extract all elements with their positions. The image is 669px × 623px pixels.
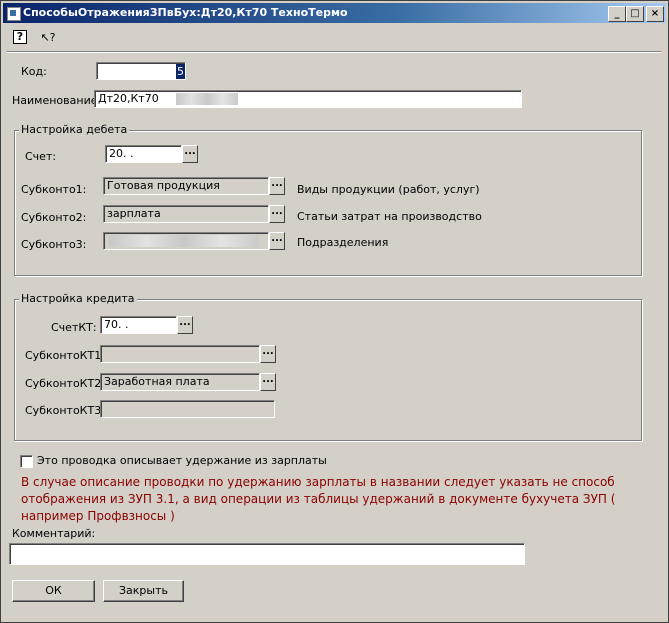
ok-button[interactable]: ОК [12,580,95,602]
debit-account-field[interactable]: 20. . [105,145,182,163]
debit-account-value: 20. . [109,147,134,160]
close-button[interactable]: Закрыть [103,580,184,602]
deduction-checkbox[interactable] [20,455,33,468]
name-value: Дт20,Кт70 [98,92,159,105]
debit-subconto3-select-button[interactable]: ... [269,232,285,250]
app-icon [7,7,21,21]
credit-subconto2-value: Заработная плата [104,375,210,388]
redacted-text [109,235,259,247]
debit-account-label: Счет: [25,150,57,163]
credit-subconto2-field[interactable]: Заработная плата [100,373,260,391]
credit-subconto2-label: СубконтоКТ2: [25,377,105,390]
credit-group-title: Настройка кредита [19,292,137,305]
minimize-button[interactable]: _ [608,6,626,22]
redacted-text [176,93,239,105]
debit-subconto3-type: Подразделения [297,236,389,249]
credit-subconto3-field[interactable] [100,400,275,418]
debit-subconto1-value: Готовая продукция [107,179,220,192]
debit-subconto2-select-button[interactable]: ... [269,205,285,223]
credit-account-select-button[interactable]: ... [177,316,193,334]
debit-subconto1-field[interactable]: Готовая продукция [103,177,269,195]
debit-subconto3-field[interactable] [103,232,269,250]
deduction-note: В случае описание проводки по удержанию … [21,475,616,523]
debit-subconto1-type: Виды продукции (работ, услуг) [297,183,480,196]
credit-subconto3-label: СубконтоКТ3: [25,404,105,417]
toolbar-separator [7,51,661,53]
debit-subconto2-value: зарплата [107,207,161,220]
debit-subconto2-label: Субконто2: [21,211,87,224]
close-window-button[interactable]: × [646,6,664,22]
credit-account-label: СчетКТ: [51,321,97,334]
deduction-checkbox-label: Это проводка описывает удержание из зарп… [37,454,327,467]
credit-subconto2-select-button[interactable]: ... [260,373,276,391]
comment-field[interactable] [9,543,525,565]
debit-group-title: Настройка дебета [19,123,130,136]
code-field[interactable]: 5 [96,62,186,80]
debit-subconto1-select-button[interactable]: ... [269,177,285,195]
help-icon[interactable]: ? [13,30,27,44]
whatis-pointer-icon[interactable]: ↖? [37,30,59,46]
code-label: Код: [21,65,47,78]
name-label: Наименование: [12,94,102,107]
debit-subconto3-label: Субконто3: [21,238,87,251]
maximize-button[interactable]: □ [626,6,644,22]
credit-subconto1-select-button[interactable]: ... [260,345,276,363]
code-selected-suffix: 5 [176,64,185,79]
comment-label: Комментарий: [12,527,96,540]
credit-subconto1-label: СубконтоКТ1: [25,349,105,362]
credit-subconto1-field[interactable] [100,345,260,363]
debit-account-select-button[interactable]: ... [182,145,198,163]
window-title: СпособыОтраженияЗПвБух:Дт20,Кт70 ТехноТе… [23,6,348,19]
dialog-window: СпособыОтраженияЗПвБух:Дт20,Кт70 ТехноТе… [0,0,669,623]
name-field[interactable]: Дт20,Кт70 [94,90,522,108]
credit-account-value: 70. . [104,318,129,331]
credit-account-field[interactable]: 70. . [100,316,177,334]
debit-subconto1-label: Субконто1: [21,183,87,196]
title-bar[interactable]: СпособыОтраженияЗПвБух:Дт20,Кт70 ТехноТе… [3,3,666,23]
debit-subconto2-field[interactable]: зарплата [103,205,269,223]
debit-subconto2-type: Статьи затрат на производство [297,210,482,223]
